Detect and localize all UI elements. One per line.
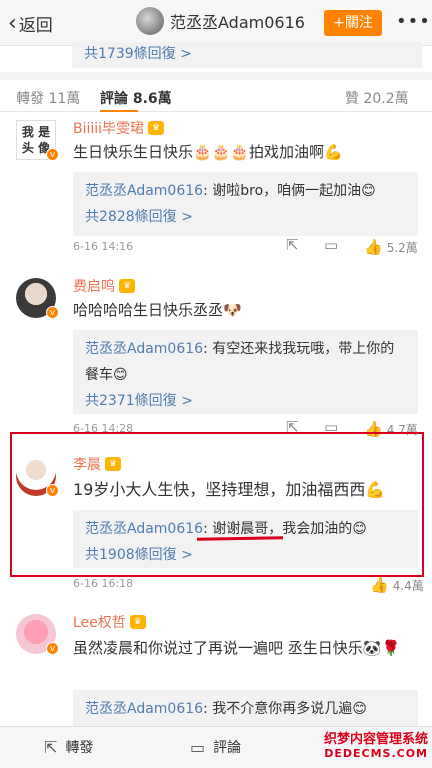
- author-name: Biiiii毕雯珺: [73, 121, 145, 137]
- tab-active-indicator: [100, 110, 138, 112]
- comment-date: 6-16 14:28: [73, 422, 134, 435]
- tab-likes[interactable]: 贊 20.2萬: [345, 88, 409, 108]
- back-label: 返回: [18, 16, 53, 36]
- like-button[interactable]: 👍 4.4萬: [370, 576, 424, 594]
- reply-count-link[interactable]: 共1908條回復 >: [85, 542, 406, 568]
- like-count: 4.7萬: [386, 422, 418, 437]
- reply-box[interactable]: 范丞丞Adam0616: 谢啦bro，咱俩一起加油😊 共2828條回復 >: [73, 172, 418, 236]
- comment-icon[interactable]: ▭: [324, 418, 338, 436]
- author-name: 费启鸣: [73, 279, 115, 295]
- reply-count-link[interactable]: 共2371條回復 >: [85, 388, 406, 414]
- watermark-line1: 织梦内容管理系统: [323, 732, 428, 747]
- comment-button[interactable]: ▭ 評論: [190, 737, 241, 757]
- comment-icon: ▭: [190, 737, 206, 757]
- comment-date: 6-16 14:16: [73, 240, 134, 253]
- verified-badge-icon: v: [46, 484, 59, 497]
- reply-author[interactable]: 范丞丞Adam0616: [85, 183, 203, 199]
- author-name: Lee权哲: [73, 615, 126, 631]
- more-icon[interactable]: •••: [396, 11, 431, 32]
- repost-label: 轉發: [65, 740, 94, 756]
- chevron-left-icon: ‹: [8, 10, 17, 36]
- comment-label: 評論: [213, 740, 242, 756]
- reply-author[interactable]: 范丞丞Adam0616: [85, 521, 203, 537]
- thumbs-up-icon: 👍: [364, 420, 383, 438]
- comment-text: 哈哈哈哈生日快乐丞丞🐶: [73, 301, 242, 319]
- page-title: 范丞丞Adam0616: [170, 13, 305, 32]
- comment-author[interactable]: Lee权哲 ♛: [73, 612, 146, 632]
- comment-icon[interactable]: ▭: [324, 236, 338, 254]
- comment-author[interactable]: 李晨 ♛: [73, 454, 121, 474]
- avatar[interactable]: [136, 7, 164, 35]
- tab-repost[interactable]: 轉發 11萬: [16, 88, 80, 108]
- thumbs-up-icon: 👍: [370, 576, 389, 594]
- like-button[interactable]: 👍 5.2萬: [364, 238, 418, 256]
- level-badge-icon: ♛: [119, 279, 135, 293]
- like-count: 5.2萬: [386, 240, 418, 255]
- reply-text: : 谢啦bro，咱俩一起加油😊: [203, 183, 376, 199]
- verified-badge-icon: v: [46, 306, 59, 319]
- reply-count-link[interactable]: 共2828條回復 >: [85, 204, 406, 230]
- top-navigation-bar: ‹ 返回 范丞丞Adam0616 +關注 •••: [0, 0, 432, 46]
- tab-comments[interactable]: 評論 8.6萬: [100, 88, 172, 108]
- watermark: 织梦内容管理系统 DEDECMS.COM: [318, 728, 428, 760]
- reply-box[interactable]: 范丞丞Adam0616: 我不介意你再多说几遍😊: [73, 690, 418, 726]
- like-button[interactable]: 👍 4.7萬: [364, 420, 418, 438]
- reply-text: : 谢谢晨哥，我会加油的😊: [203, 521, 367, 537]
- reply-text: : 我不介意你再多说几遍😊: [203, 701, 367, 717]
- follow-button[interactable]: +關注: [324, 10, 382, 36]
- verified-badge-icon: v: [46, 148, 59, 161]
- share-icon[interactable]: ⇱: [286, 418, 299, 436]
- reply-author[interactable]: 范丞丞Adam0616: [85, 701, 203, 717]
- tab-bar: 轉發 11萬 評論 8.6萬 贊 20.2萬: [0, 72, 432, 112]
- back-button[interactable]: ‹ 返回: [8, 11, 53, 36]
- reply-count-link[interactable]: 共1739條回復 >: [72, 42, 422, 68]
- watermark-line2: DEDECMS.COM: [324, 747, 428, 760]
- page-title-group: 范丞丞Adam0616: [136, 7, 305, 35]
- share-icon[interactable]: ⇱: [286, 236, 299, 254]
- repost-button[interactable]: ⇱ 轉發: [44, 737, 93, 757]
- comment-author[interactable]: 费启鸣 ♛: [73, 276, 135, 296]
- verified-badge-icon: v: [46, 642, 59, 655]
- comment-date: 6-16 16:18: [73, 577, 134, 590]
- author-name: 李晨: [73, 457, 101, 473]
- comment-text: 19岁小大人生快，坚持理想，加油福西西💪: [73, 480, 386, 499]
- reply-author[interactable]: 范丞丞Adam0616: [85, 341, 203, 357]
- comment-text: 生日快乐生日快乐🎂🎂🎂拍戏加油啊💪: [73, 143, 343, 161]
- thumbs-up-icon: 👍: [364, 238, 383, 256]
- comment-author[interactable]: Biiiii毕雯珺 ♛: [73, 118, 165, 138]
- level-badge-icon: ♛: [105, 457, 121, 471]
- level-badge-icon: ♛: [148, 121, 165, 135]
- like-count: 4.4萬: [392, 578, 424, 593]
- reply-box[interactable]: 范丞丞Adam0616: 有空还来找我玩哦，带上你的餐车😊 共2371條回復 >: [73, 330, 418, 414]
- level-badge-icon: ♛: [129, 615, 146, 629]
- comment-text: 虽然凌晨和你说过了再说一遍吧 丞生日快乐🐼🌹: [73, 639, 401, 657]
- share-icon: ⇱: [44, 737, 58, 757]
